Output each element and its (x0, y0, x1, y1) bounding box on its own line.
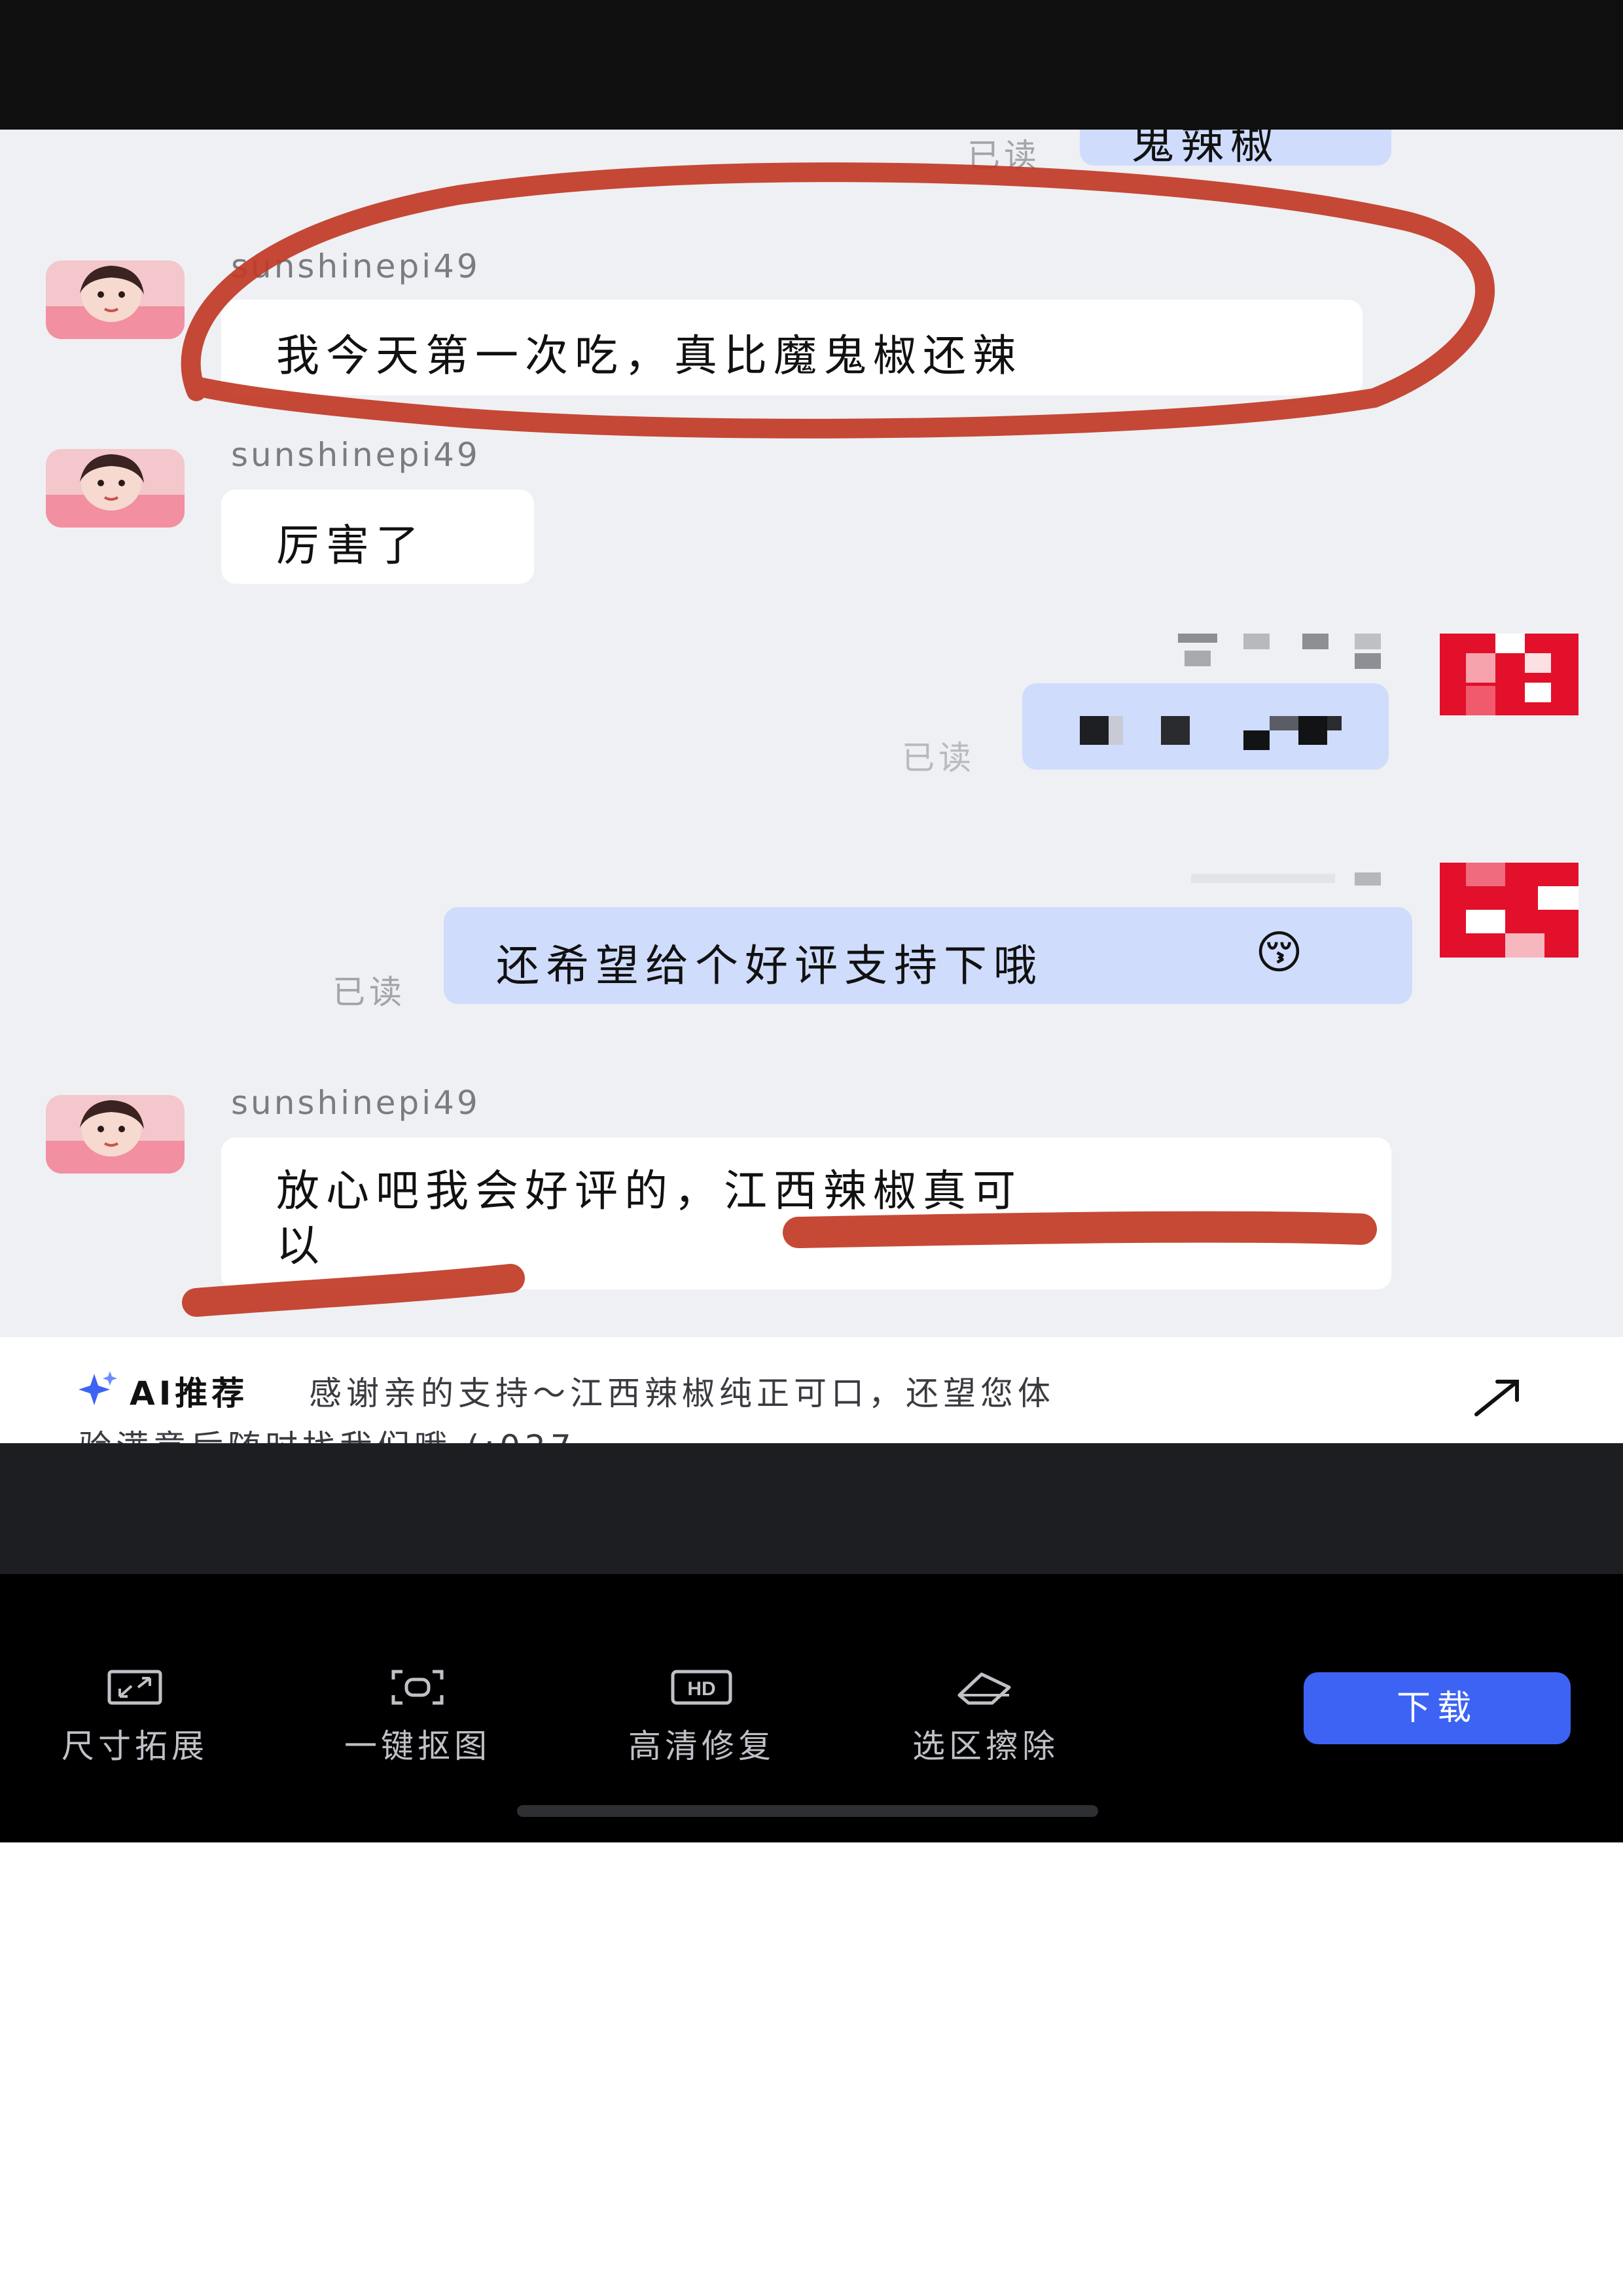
cutout-icon (391, 1670, 444, 1705)
tool-area-erase[interactable]: 选区擦除 (887, 1668, 1084, 1767)
top-black-bar (0, 0, 1623, 130)
tool-hd-repair[interactable]: HD 高清修复 (603, 1668, 800, 1767)
sparkle-icon (79, 1371, 117, 1405)
ai-suggestion-line-1: 感谢亲的支持～江西辣椒纯正可口，还望您体 (309, 1374, 1055, 1412)
hd-icon: HD (671, 1670, 732, 1705)
svg-text:HD: HD (687, 1678, 715, 1700)
download-button[interactable]: 下载 (1304, 1672, 1571, 1744)
tool-label: 尺寸拓展 (62, 1727, 208, 1765)
arrow-up-right-icon[interactable] (1471, 1374, 1524, 1420)
tool-size-expand[interactable]: 尺寸拓展 (37, 1668, 233, 1767)
eraser-icon (957, 1672, 1011, 1705)
home-indicator[interactable] (517, 1805, 1098, 1817)
tool-label: 一键抠图 (344, 1727, 491, 1765)
tool-cutout[interactable]: 一键抠图 (319, 1668, 516, 1767)
tool-label: 选区擦除 (912, 1727, 1059, 1765)
chat-area: 已读 鬼辣椒 sunshinepi49 我今天第一次吃，真比魔鬼椒还辣 suns… (0, 130, 1623, 1337)
tool-label: 高清修复 (628, 1727, 775, 1765)
ai-badge: AI推荐 (130, 1374, 249, 1412)
ai-suggestion-line-2: 验满意后随时找我们哦 (:027 (79, 1421, 576, 1443)
ai-suggestion-bar[interactable]: AI推荐 感谢亲的支持～江西辣椒纯正可口，还望您体 验满意后随时找我们哦 (:0… (0, 1337, 1623, 1443)
red-annotation-marks (181, 162, 1495, 1317)
expand-icon (107, 1670, 162, 1705)
dark-divider-band (0, 1443, 1623, 1574)
